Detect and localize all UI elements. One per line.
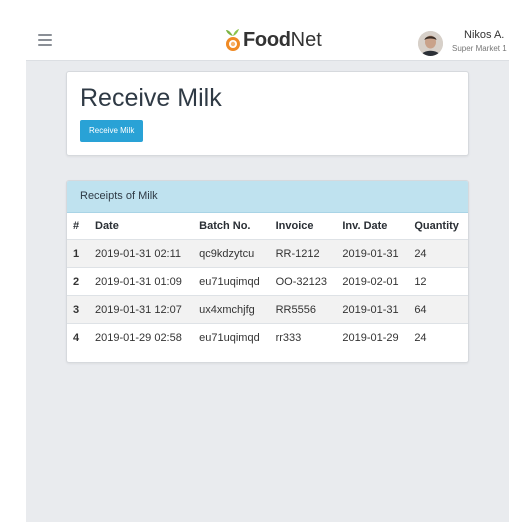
row-index: 1	[67, 239, 89, 268]
row-quantity: 64	[408, 295, 468, 324]
row-batch: ux4xmchjfg	[193, 295, 270, 324]
row-inv-date: 2019-01-31	[336, 295, 409, 324]
row-inv-date: 2019-02-01	[336, 267, 409, 296]
row-date: 2019-01-29 02:58	[89, 323, 194, 351]
row-quantity: 24	[408, 323, 468, 351]
row-inv-date: 2019-01-29	[336, 323, 409, 351]
user-menu[interactable]: Nikos A. Super Market 1	[418, 25, 509, 57]
receive-milk-button[interactable]: Receive Milk	[80, 120, 144, 142]
user-organization: Super Market 1	[452, 44, 507, 53]
food-net-logo-icon	[226, 29, 240, 51]
row-index: 4	[67, 323, 89, 351]
row-batch: qc9kdzytcu	[193, 239, 270, 268]
row-invoice: RR-1212	[269, 239, 337, 268]
column-header-batch: Batch No.	[199, 220, 251, 232]
table-row[interactable]: 1 2019-01-31 02:11 qc9kdzytcu RR-1212 20…	[67, 239, 468, 268]
column-header-invoice: Invoice	[275, 220, 314, 232]
receipts-panel: Receipts of Milk # Date Batch No. Invoic…	[66, 180, 469, 363]
menu-icon[interactable]	[38, 34, 52, 46]
row-date: 2019-01-31 01:09	[89, 267, 194, 296]
receipts-panel-heading: Receipts of Milk	[67, 181, 468, 213]
column-header-inv-date: Inv. Date	[342, 220, 388, 232]
row-date: 2019-01-31 12:07	[89, 295, 194, 324]
page-title: Receive Milk	[80, 84, 222, 112]
row-invoice: RR5556	[269, 295, 337, 324]
row-invoice: OO-32123	[269, 267, 337, 296]
table-row[interactable]: 2 2019-01-31 01:09 eu71uqimqd OO-32123 2…	[67, 267, 468, 296]
top-navbar: Food Net Nikos A. Super Market 1	[26, 22, 509, 61]
row-index: 3	[67, 295, 89, 324]
table-row[interactable]: 4 2019-01-29 02:58 eu71uqimqd rr333 2019…	[67, 323, 468, 351]
receive-milk-panel: Receive Milk Receive Milk	[66, 71, 469, 156]
column-header-date: Date	[95, 220, 119, 232]
row-date: 2019-01-31 02:11	[89, 239, 194, 268]
row-quantity: 24	[408, 239, 468, 268]
brand-name-food: Food	[243, 28, 291, 51]
receipts-table: # Date Batch No. Invoice Inv. Date Quant…	[67, 213, 468, 351]
column-header-quantity: Quantity	[414, 220, 459, 232]
row-batch: eu71uqimqd	[193, 323, 270, 351]
row-quantity: 12	[408, 267, 468, 296]
row-inv-date: 2019-01-31	[336, 239, 409, 268]
table-header-row: # Date Batch No. Invoice Inv. Date Quant…	[67, 213, 468, 240]
row-invoice: rr333	[269, 323, 337, 351]
column-header-index: #	[73, 220, 80, 232]
table-row[interactable]: 3 2019-01-31 12:07 ux4xmchjfg RR5556 201…	[67, 295, 468, 324]
user-name: Nikos A.	[464, 29, 505, 41]
user-avatar	[418, 31, 443, 56]
brand-logo[interactable]: Food Net	[224, 26, 322, 54]
app-frame: Food Net Nikos A. Super Market 1 Receive…	[26, 22, 509, 522]
row-batch: eu71uqimqd	[193, 267, 270, 296]
brand-name-net: Net	[290, 28, 322, 51]
row-index: 2	[67, 267, 89, 296]
